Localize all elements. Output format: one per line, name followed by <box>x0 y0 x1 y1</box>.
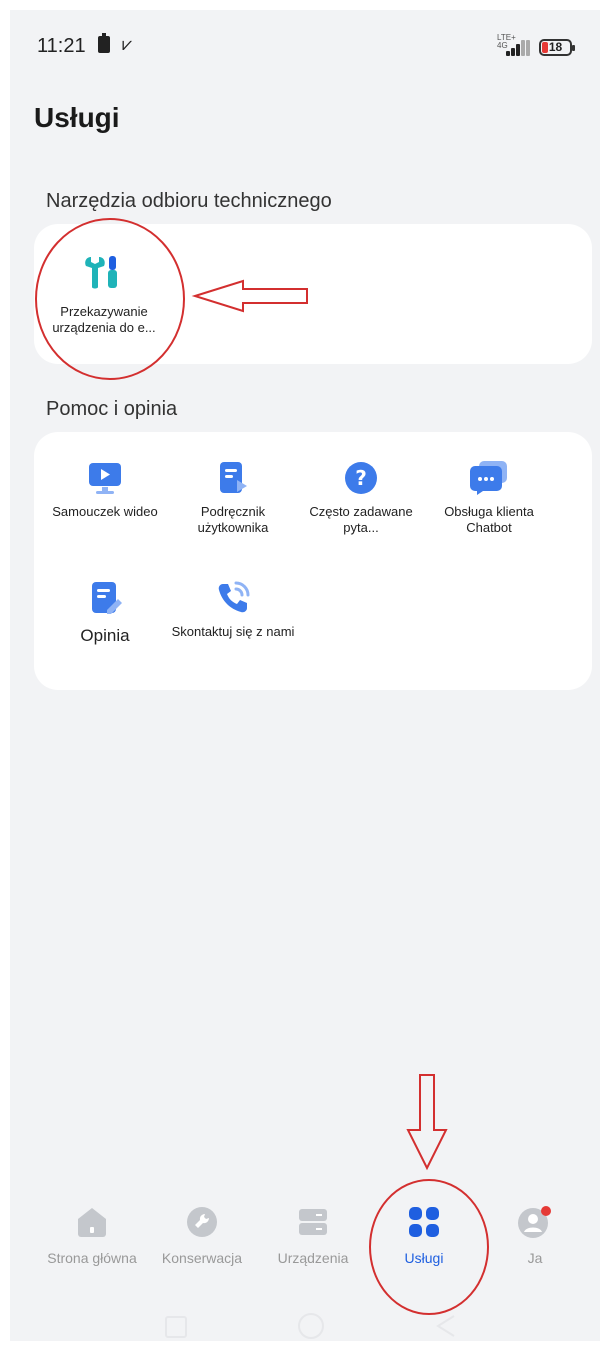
recent-apps-icon[interactable] <box>165 1316 187 1338</box>
help-feedback-card: Samouczek wideo Podręcznik użytkownika ?… <box>34 432 592 690</box>
nav-item-home[interactable]: Strona główna <box>37 1205 147 1266</box>
status-bar: 11:21 ⩗ LTE+ 4G 18 <box>10 10 600 70</box>
battery-saver-icon <box>98 33 110 53</box>
nav-item-devices[interactable]: Urządzenia <box>258 1205 368 1266</box>
tile-feedback[interactable]: Opinia <box>40 580 170 644</box>
nav-label: Usługi <box>404 1250 444 1266</box>
tile-user-manual[interactable]: Podręcznik użytkownika <box>168 460 298 536</box>
profile-icon <box>518 1206 551 1238</box>
page-title: Usługi <box>34 102 120 133</box>
nav-item-maintenance[interactable]: Konserwacja <box>147 1205 257 1266</box>
signal-icon <box>506 40 530 56</box>
tile-contact-us[interactable]: Skontaktuj się z nami <box>168 580 298 640</box>
section-title-help-feedback: Pomoc i opinia <box>46 398 178 420</box>
tile-device-handover[interactable]: Przekazywanie urządzenia do e... <box>39 254 169 336</box>
tile-video-tutorial[interactable]: Samouczek wideo <box>40 460 170 520</box>
user-manual-icon <box>220 462 247 493</box>
faq-icon: ? <box>345 462 377 494</box>
nav-label: Konserwacja <box>161 1250 243 1266</box>
battery-icon: 18 <box>539 39 575 56</box>
devices-icon <box>299 1209 327 1235</box>
tile-label: Opinia <box>80 626 130 645</box>
nav-label: Ja <box>527 1250 543 1266</box>
svg-text:?: ? <box>355 466 367 490</box>
battery-level: 18 <box>548 40 563 54</box>
notification-badge <box>541 1206 551 1216</box>
video-tutorial-icon <box>89 463 121 494</box>
back-triangle-icon[interactable] <box>435 1314 457 1338</box>
tile-label: Często zadawane pyta... <box>309 504 413 535</box>
chatbot-icon <box>470 461 507 495</box>
tile-label: Samouczek wideo <box>52 504 158 519</box>
home-circle-icon[interactable] <box>298 1313 324 1339</box>
nav-item-services[interactable]: Usługi <box>369 1205 479 1266</box>
tile-label: Obsługa klienta Chatbot <box>444 504 534 535</box>
download-done-icon: ⩗ <box>122 34 133 54</box>
feedback-icon <box>92 582 122 614</box>
services-grid-icon <box>409 1207 439 1237</box>
nav-label: Urządzenia <box>277 1250 349 1266</box>
status-time: 11:21 <box>37 35 86 57</box>
tile-faq[interactable]: ? Często zadawane pyta... <box>296 460 426 536</box>
nav-label: Strona główna <box>47 1250 137 1266</box>
tile-chatbot[interactable]: Obsługa klienta Chatbot <box>424 460 554 536</box>
bottom-navigation: Strona główna Konserwacja Urządzenia Usł… <box>10 1205 600 1285</box>
nav-item-me[interactable]: Ja <box>480 1205 590 1266</box>
section-title-acceptance-tools: Narzędzia odbioru technicznego <box>46 190 332 212</box>
home-icon <box>78 1208 106 1237</box>
tools-icon <box>85 256 117 289</box>
system-navigation-bar <box>10 1312 600 1341</box>
tile-label: Przekazywanie urządzenia do e... <box>52 304 156 335</box>
tile-label: Podręcznik użytkownika <box>197 504 269 535</box>
contact-phone-icon <box>218 581 250 613</box>
screen: 11:21 ⩗ LTE+ 4G 18 Usługi Narzędzia odbio… <box>10 10 600 1341</box>
tile-label: Skontaktuj się z nami <box>171 624 295 639</box>
acceptance-tools-card: Przekazywanie urządzenia do e... <box>34 224 592 364</box>
wrench-icon <box>187 1207 217 1237</box>
